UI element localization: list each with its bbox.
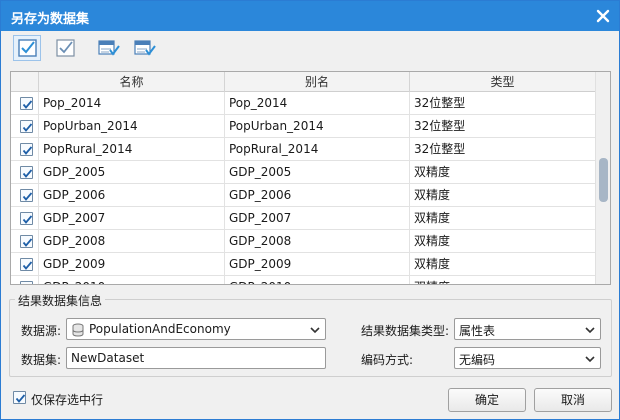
dataset-name-field[interactable]: [66, 347, 326, 369]
row-check-cell: [11, 230, 39, 253]
dataset-type-select[interactable]: 属性表: [454, 318, 601, 340]
datasource-value: PopulationAndEconomy: [89, 322, 231, 336]
cell-name[interactable]: GDP_2007: [39, 207, 225, 230]
ok-button[interactable]: 确定: [448, 388, 526, 412]
row-check-cell: [11, 161, 39, 184]
header-type[interactable]: 类型: [410, 72, 596, 92]
row-checkbox[interactable]: [20, 212, 33, 225]
cell-type[interactable]: 双精度: [410, 230, 596, 253]
field-grid: 名称 别名 类型 Pop_2014 Pop_2014 32位整型 PopUrban_2…: [10, 71, 611, 285]
row-checkbox[interactable]: [20, 235, 33, 248]
datasource-select[interactable]: PopulationAndEconomy: [66, 318, 326, 340]
cell-alias[interactable]: Pop_2014: [225, 92, 410, 115]
table-row[interactable]: Pop_2014 Pop_2014 32位整型: [11, 92, 596, 115]
chevron-down-icon: [584, 324, 596, 334]
cell-alias[interactable]: PopUrban_2014: [225, 115, 410, 138]
cell-alias[interactable]: GDP_2006: [225, 184, 410, 207]
row-checkbox[interactable]: [20, 166, 33, 179]
cell-alias[interactable]: GDP_2010: [225, 276, 410, 284]
cell-type[interactable]: 双精度: [410, 161, 596, 184]
scrollbar-thumb[interactable]: [599, 158, 608, 202]
table-row[interactable]: GDP_2010GDP_2010双精度: [11, 276, 596, 284]
row-checkbox[interactable]: [20, 97, 33, 110]
cell-type[interactable]: 32位整型: [410, 115, 596, 138]
cell-type[interactable]: 双精度: [410, 184, 596, 207]
dataset-type-label: 结果数据集类型:: [361, 324, 450, 338]
cell-name[interactable]: Pop_2014: [39, 92, 225, 115]
vertical-scrollbar[interactable]: [595, 72, 610, 284]
datasource-label: 数据源:: [21, 324, 62, 338]
row-check-cell: [11, 92, 39, 115]
cell-name[interactable]: PopRural_2014: [39, 138, 225, 161]
cell-alias[interactable]: GDP_2008: [225, 230, 410, 253]
cell-alias[interactable]: GDP_2005: [225, 161, 410, 184]
row-check-cell: [11, 207, 39, 230]
row-check-cell: [11, 138, 39, 161]
cell-type[interactable]: 双精度: [410, 276, 596, 284]
import-button[interactable]: [93, 35, 121, 61]
table-row[interactable]: GDP_2005 GDP_2005 双精度: [11, 161, 596, 184]
cancel-button[interactable]: 取消: [534, 388, 612, 412]
cell-name[interactable]: GDP_2009: [39, 253, 225, 276]
cell-name[interactable]: GDP_2010: [39, 276, 225, 284]
header-name[interactable]: 名称: [39, 72, 225, 92]
only-selected-checkbox[interactable]: [13, 391, 26, 404]
title-bar[interactable]: 另存为数据集: [1, 1, 619, 31]
cell-type[interactable]: 32位整型: [410, 92, 596, 115]
table-row[interactable]: GDP_2008 GDP_2008 双精度: [11, 230, 596, 253]
result-info-group-title: 结果数据集信息: [15, 292, 106, 309]
header-alias[interactable]: 别名: [225, 72, 410, 92]
save-as-dataset-dialog: 另存为数据集 名称 别名 类型 Pop_2014 Pop_2014 32位整型 …: [0, 0, 620, 420]
row-checkbox[interactable]: [20, 120, 33, 133]
row-checkbox[interactable]: [20, 258, 33, 271]
toolbar: [11, 35, 311, 63]
dataset-label: 数据集:: [21, 353, 62, 367]
cell-alias[interactable]: PopRural_2014: [225, 138, 410, 161]
header-check-column: [11, 72, 39, 92]
cell-alias[interactable]: GDP_2007: [225, 207, 410, 230]
cell-type[interactable]: 32位整型: [410, 138, 596, 161]
dialog-title: 另存为数据集: [11, 12, 90, 27]
encoding-value: 无编码: [459, 353, 496, 367]
row-check-cell: [11, 276, 39, 284]
table-row[interactable]: PopRural_2014 PopRural_2014 32位整型: [11, 138, 596, 161]
row-check-cell: [11, 253, 39, 276]
row-checkbox[interactable]: [20, 143, 33, 156]
export-button[interactable]: [129, 35, 157, 61]
grid-header: 名称 别名 类型: [11, 72, 596, 92]
cell-name[interactable]: GDP_2006: [39, 184, 225, 207]
select-all-button[interactable]: [13, 35, 41, 61]
dataset-type-value: 属性表: [459, 324, 496, 338]
row-check-cell: [11, 184, 39, 207]
table-row[interactable]: GDP_2009 GDP_2009 双精度: [11, 253, 596, 276]
table-row[interactable]: GDP_2006 GDP_2006 双精度: [11, 184, 596, 207]
close-icon[interactable]: [593, 6, 613, 26]
cell-name[interactable]: GDP_2005: [39, 161, 225, 184]
row-check-cell: [11, 115, 39, 138]
cell-type[interactable]: 双精度: [410, 253, 596, 276]
chevron-down-icon: [584, 353, 596, 363]
chevron-down-icon: [309, 324, 321, 334]
table-row[interactable]: PopUrban_2014 PopUrban_2014 32位整型: [11, 115, 596, 138]
dataset-name-input[interactable]: [67, 348, 325, 368]
cell-name[interactable]: PopUrban_2014: [39, 115, 225, 138]
only-selected-label[interactable]: 仅保存选中行: [31, 391, 103, 408]
encoding-label: 编码方式:: [361, 353, 414, 367]
table-row[interactable]: GDP_2007 GDP_2007 双精度: [11, 207, 596, 230]
datasource-icon: [71, 323, 85, 340]
cell-name[interactable]: GDP_2008: [39, 230, 225, 253]
cell-type[interactable]: 双精度: [410, 207, 596, 230]
invert-select-button[interactable]: [51, 35, 79, 61]
encoding-select[interactable]: 无编码: [454, 347, 601, 369]
cell-alias[interactable]: GDP_2009: [225, 253, 410, 276]
row-checkbox[interactable]: [20, 189, 33, 202]
row-checkbox[interactable]: [20, 281, 33, 284]
